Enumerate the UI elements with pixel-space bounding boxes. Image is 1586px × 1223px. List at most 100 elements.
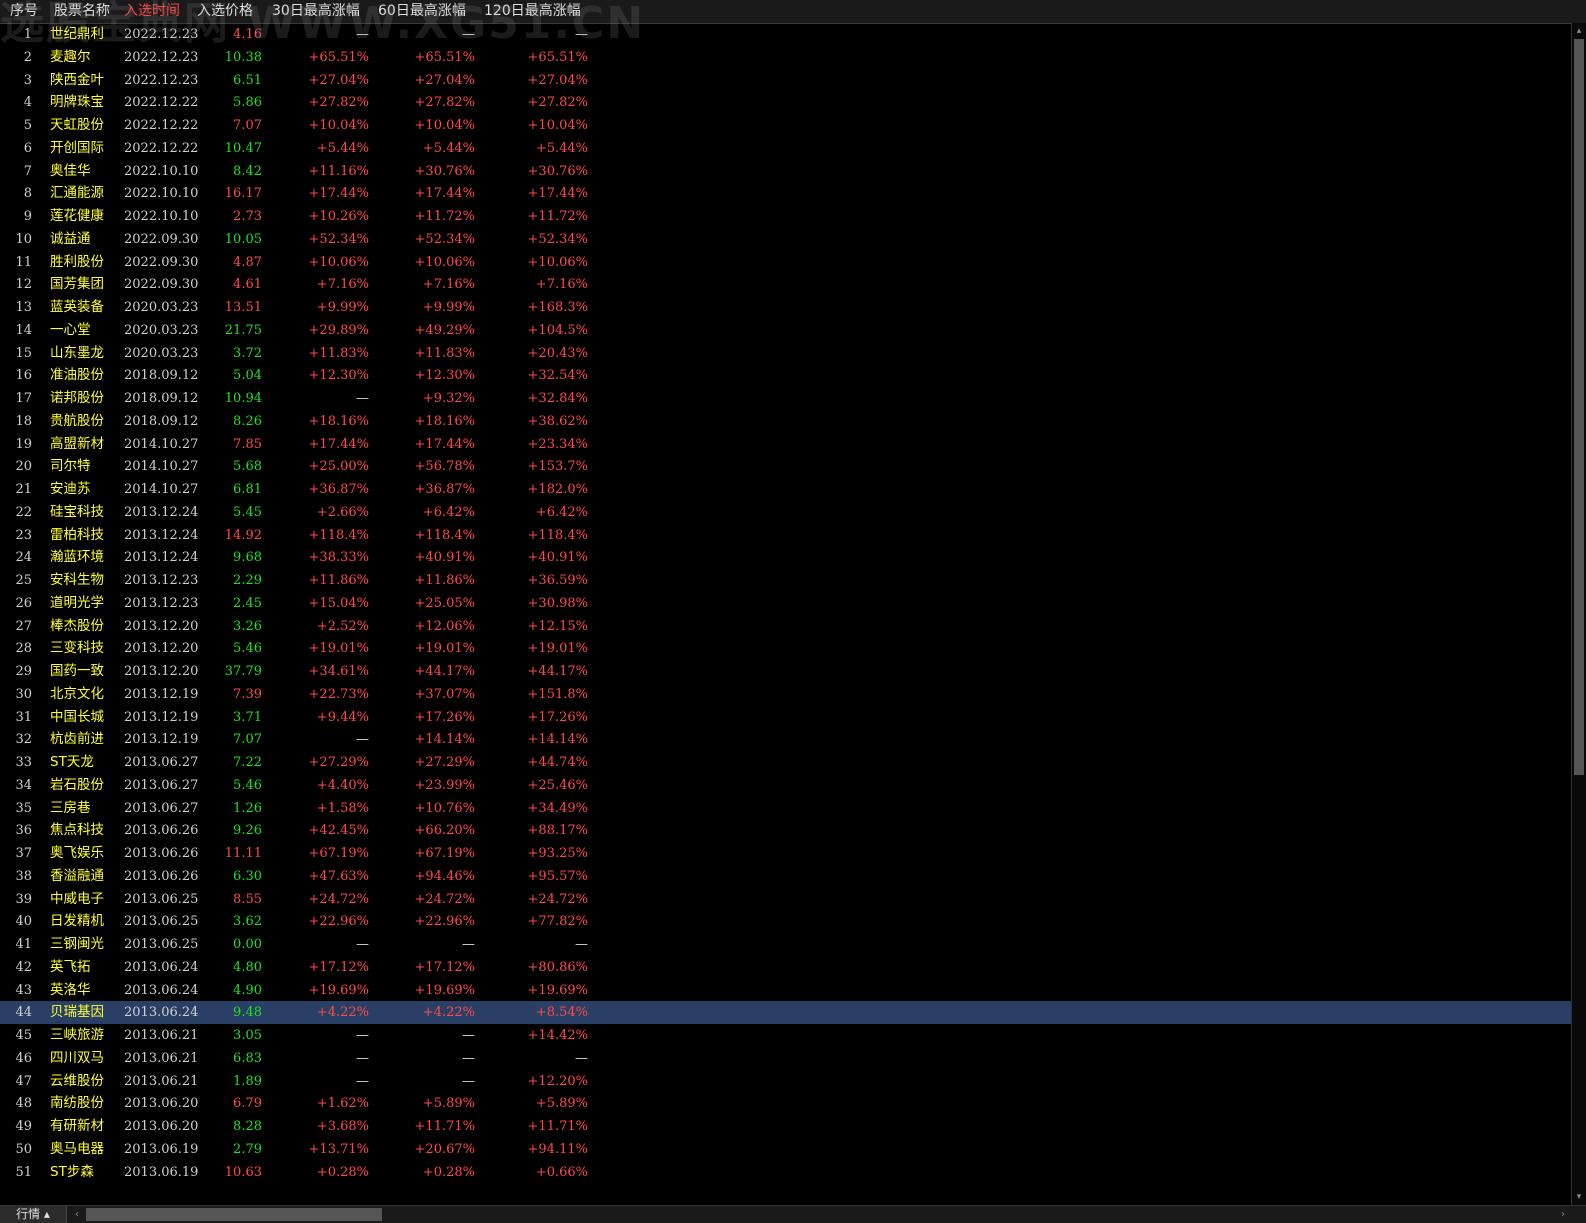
selected-date: 2022.10.10 <box>124 186 199 202</box>
table-row[interactable]: 15 山东墨龙 2020.03.23 3.72 +11.83% +11.83% +20.43… <box>0 342 1572 365</box>
vertical-scroll-thumb[interactable] <box>1574 39 1584 775</box>
selected-price: 9.26 <box>233 823 262 839</box>
table-row[interactable]: 30 北京文化 2013.12.19 7.39 +22.73% +37.07% +151.8… <box>0 683 1572 706</box>
column-header-name[interactable]: 股票名称 <box>54 0 110 23</box>
table-row[interactable]: 32 杭齿前进 2013.12.19 7.07 — +14.14% +14.14% <box>0 728 1572 751</box>
selected-date: 2013.12.19 <box>124 709 199 725</box>
table-row[interactable]: 28 三变科技 2013.12.20 5.46 +19.01% +19.01% +19.01… <box>0 637 1572 660</box>
max-gain-30d: +22.73% <box>308 686 369 702</box>
table-row[interactable]: 23 雷柏科技 2013.12.24 14.92 +118.4% +118.4% +118.… <box>0 524 1572 547</box>
table-row[interactable]: 14 一心堂 2020.03.23 21.75 +29.89% +49.29% +104.5… <box>0 319 1572 342</box>
table-row[interactable]: 49 有研新材 2013.06.20 8.28 +3.68% +11.71% +11.71% <box>0 1115 1572 1138</box>
stock-name: 棒杰股份 <box>50 617 104 634</box>
max-gain-120d: +44.17% <box>527 664 588 679</box>
table-row[interactable]: 39 中威电子 2013.06.25 8.55 +24.72% +24.72% +24.72… <box>0 888 1572 911</box>
scroll-up-icon[interactable]: ▴ <box>1572 23 1586 39</box>
table-row[interactable]: 51 ST步森 2013.06.19 10.63 +0.28% +0.28% +0.66% <box>0 1161 1572 1184</box>
max-gain-30d: +11.16% <box>308 163 369 179</box>
max-gain-120d: +44.74% <box>527 755 588 770</box>
stock-name: 明牌珠宝 <box>50 94 104 111</box>
table-row[interactable]: 45 三峡旅游 2013.06.21 3.05 — — +14.42% <box>0 1024 1572 1047</box>
table-row[interactable]: 26 道明光学 2013.12.23 2.45 +15.04% +25.05% +30.98… <box>0 592 1572 615</box>
scroll-right-icon[interactable]: › <box>1556 1206 1570 1223</box>
tab-market[interactable]: 行情 ▴ <box>0 1206 67 1223</box>
selected-price: 7.39 <box>233 686 262 702</box>
scroll-left-icon[interactable]: ‹ <box>70 1206 84 1223</box>
table-row[interactable]: 19 高盟新材 2014.10.27 7.85 +17.44% +17.44% +23.34… <box>0 433 1572 456</box>
table-row[interactable]: 2 麦趣尔 2022.12.23 10.38 +65.51% +65.51% +65.51% <box>0 46 1572 69</box>
column-header-r30[interactable]: 30日最高涨幅 <box>272 0 360 23</box>
selected-date: 2022.09.30 <box>124 231 199 247</box>
table-row[interactable]: 11 胜利股份 2022.09.30 4.87 +10.06% +10.06% +10.06… <box>0 251 1572 274</box>
table-row[interactable]: 38 香溢融通 2013.06.26 6.30 +47.63% +94.46% +95.57… <box>0 865 1572 888</box>
table-row[interactable]: 41 三钢闽光 2013.06.25 0.00 — — — <box>0 933 1572 956</box>
table-row[interactable]: 18 贵航股份 2018.09.12 8.26 +18.16% +18.16% +38.62… <box>0 410 1572 433</box>
scroll-down-icon[interactable]: ▾ <box>1572 1189 1586 1205</box>
table-row[interactable]: 12 国芳集团 2022.09.30 4.61 +7.16% +7.16% +7.16% <box>0 273 1572 296</box>
table-row[interactable]: 5 天虹股份 2022.12.22 7.07 +10.04% +10.04% +10.04% <box>0 114 1572 137</box>
table-row[interactable]: 43 英洛华 2013.06.24 4.90 +19.69% +19.69% +19.69% <box>0 979 1572 1002</box>
table-row[interactable]: 36 焦点科技 2013.06.26 9.26 +42.45% +66.20% +88.17… <box>0 819 1572 842</box>
table-row[interactable]: 13 蓝英装备 2020.03.23 13.51 +9.99% +9.99% +168.3% <box>0 296 1572 319</box>
table-row[interactable]: 46 四川双马 2013.06.21 6.83 — — — <box>0 1047 1572 1070</box>
row-index: 7 <box>23 163 32 179</box>
column-header-date[interactable]: 入选时间 <box>124 0 180 23</box>
max-gain-60d: +67.19% <box>414 846 475 861</box>
selected-date: 2022.12.23 <box>124 72 199 88</box>
max-gain-120d: +11.71% <box>527 1119 588 1134</box>
table-row[interactable]: 10 诚益通 2022.09.30 10.05 +52.34% +52.34% +52.34… <box>0 228 1572 251</box>
table-row[interactable]: 31 中国长城 2013.12.19 3.71 +9.44% +17.26% +17.26% <box>0 706 1572 729</box>
table-row[interactable]: 22 硅宝科技 2013.12.24 5.45 +2.66% +6.42% +6.42% <box>0 501 1572 524</box>
table-row[interactable]: 3 陕西金叶 2022.12.23 6.51 +27.04% +27.04% +27.04% <box>0 69 1572 92</box>
table-row[interactable]: 16 准油股份 2018.09.12 5.04 +12.30% +12.30% +32.54… <box>0 364 1572 387</box>
table-row[interactable]: 8 汇通能源 2022.10.10 16.17 +17.44% +17.44% +17.44… <box>0 182 1572 205</box>
table-row[interactable]: 35 三房巷 2013.06.27 1.26 +1.58% +10.76% +34.49% <box>0 797 1572 820</box>
table-row[interactable]: 17 诺邦股份 2018.09.12 10.94 — +9.32% +32.84% <box>0 387 1572 410</box>
row-index: 15 <box>15 345 32 361</box>
table-row[interactable]: 4 明牌珠宝 2022.12.22 5.86 +27.82% +27.82% +27.82% <box>0 91 1572 114</box>
row-index: 22 <box>15 504 32 520</box>
max-gain-120d: +23.34% <box>527 436 588 452</box>
table-row[interactable]: 33 ST天龙 2013.06.27 7.22 +27.29% +27.29% +44.74… <box>0 751 1572 774</box>
table-row[interactable]: 42 英飞拓 2013.06.24 4.80 +17.12% +17.12% +80.86% <box>0 956 1572 979</box>
table-row[interactable]: 40 日发精机 2013.06.25 3.62 +22.96% +22.96% +77.82… <box>0 910 1572 933</box>
table-row[interactable]: 27 棒杰股份 2013.12.20 3.26 +2.52% +12.06% +12.15% <box>0 615 1572 638</box>
table-row[interactable]: 1 世纪鼎利 2022.12.23 4.16 — — — <box>0 23 1572 46</box>
vertical-scrollbar[interactable]: ▴ ▾ <box>1571 23 1586 1205</box>
table-row[interactable]: 29 国药一致 2013.12.20 37.79 +34.61% +44.17% +44.1… <box>0 660 1572 683</box>
table-row[interactable]: 25 安科生物 2013.12.23 2.29 +11.86% +11.86% +36.59… <box>0 569 1572 592</box>
column-header-r60[interactable]: 60日最高涨幅 <box>378 0 466 23</box>
table-row[interactable]: 44 贝瑞基因 2013.06.24 9.48 +4.22% +4.22% +8.54% <box>0 1001 1572 1025</box>
table-row[interactable]: 20 司尔特 2014.10.27 5.68 +25.00% +56.78% +153.7% <box>0 455 1572 478</box>
max-gain-30d: — <box>356 1050 369 1066</box>
table-row[interactable]: 21 安迪苏 2014.10.27 6.81 +36.87% +36.87% +182.0% <box>0 478 1572 501</box>
selected-date: 2018.09.12 <box>124 413 199 429</box>
table-row[interactable]: 7 奥佳华 2022.10.10 8.42 +11.16% +30.76% +30.76% <box>0 160 1572 183</box>
table-row[interactable]: 34 岩石股份 2013.06.27 5.46 +4.40% +23.99% +25.46% <box>0 774 1572 797</box>
max-gain-30d: +65.51% <box>308 49 369 65</box>
column-header-r120[interactable]: 120日最高涨幅 <box>484 0 581 23</box>
selected-price: 8.42 <box>233 163 262 179</box>
table-row[interactable]: 48 南纺股份 2013.06.20 6.79 +1.62% +5.89% +5.89% <box>0 1092 1572 1115</box>
column-header-idx[interactable]: 序号 <box>10 0 38 23</box>
column-header-price[interactable]: 入选价格 <box>197 0 253 23</box>
max-gain-120d: +65.51% <box>527 49 588 65</box>
max-gain-30d: — <box>356 937 369 952</box>
table-row[interactable]: 6 开创国际 2022.12.22 10.47 +5.44% +5.44% +5.44% <box>0 137 1572 160</box>
max-gain-30d: +25.00% <box>308 459 369 475</box>
table-row[interactable]: 37 奥飞娱乐 2013.06.26 11.11 +67.19% +67.19% +93.2… <box>0 842 1572 865</box>
table-row[interactable]: 50 奥马电器 2013.06.19 2.79 +13.71% +20.67% +94.11… <box>0 1138 1572 1161</box>
table-row[interactable]: 47 云维股份 2013.06.21 1.89 — — +12.20% <box>0 1070 1572 1093</box>
table-row[interactable]: 9 莲花健康 2022.10.10 2.73 +10.26% +11.72% +11.72% <box>0 205 1572 228</box>
selected-date: 2018.09.12 <box>124 368 199 384</box>
table-row[interactable]: 24 瀚蓝环境 2013.12.24 9.68 +38.33% +40.91% +40.91… <box>0 546 1572 569</box>
selected-price: 8.55 <box>233 891 262 907</box>
row-index: 30 <box>15 686 32 702</box>
max-gain-60d: +22.96% <box>414 914 475 930</box>
horizontal-scroll-thumb[interactable] <box>86 1208 382 1221</box>
selected-price: 2.45 <box>233 595 262 611</box>
stock-name: 中威电子 <box>50 890 104 907</box>
max-gain-30d: +4.40% <box>316 777 369 793</box>
max-gain-120d: +93.25% <box>527 846 588 861</box>
max-gain-60d: +49.29% <box>414 322 475 338</box>
